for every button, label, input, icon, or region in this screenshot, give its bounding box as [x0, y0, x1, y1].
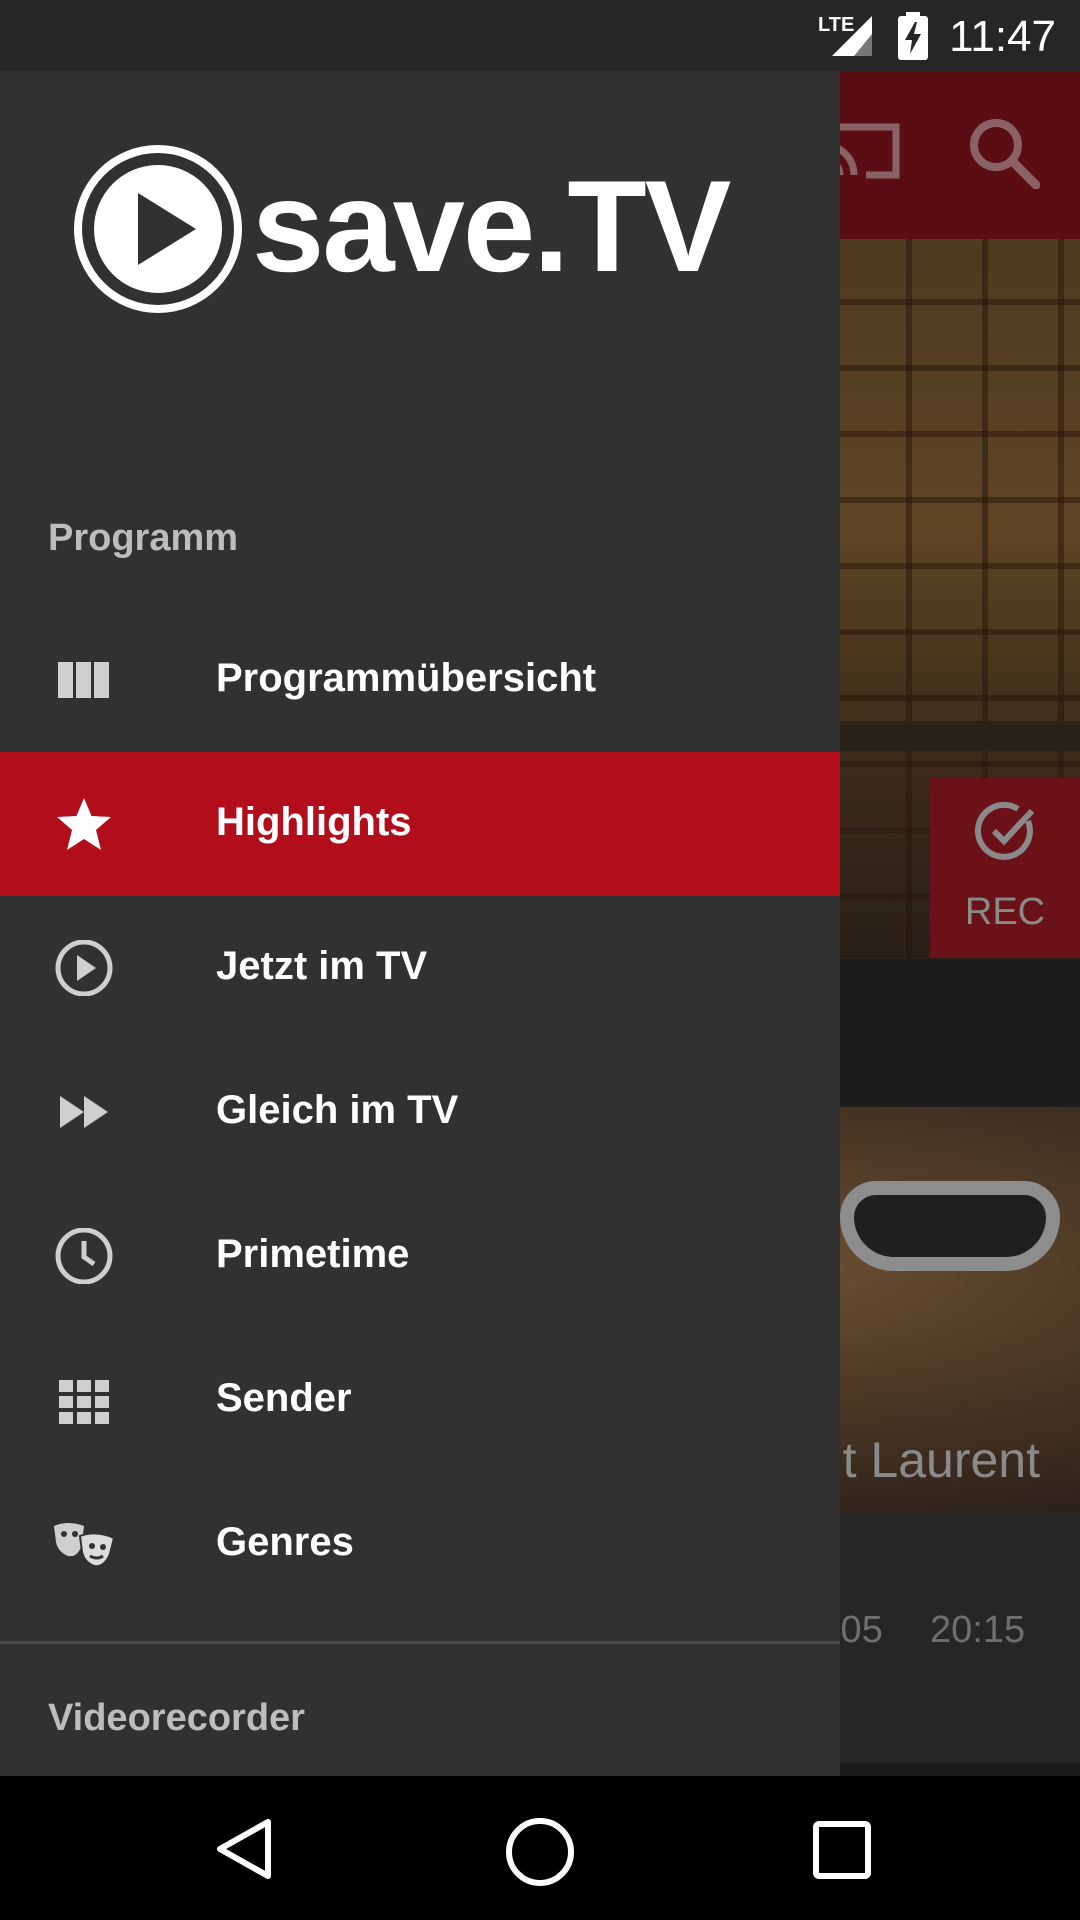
image-detail-glasses	[840, 1181, 1060, 1271]
fast-forward-icon	[60, 1096, 108, 1128]
brand-wordmark: save.TV	[252, 153, 731, 299]
drawer-item-sender[interactable]: Sender	[0, 1328, 840, 1472]
drawer-item-primetime[interactable]: Primetime	[0, 1184, 840, 1328]
drawer-divider	[0, 1641, 840, 1644]
play-logo-icon	[74, 145, 242, 313]
drawer-item-label: Sender	[216, 1376, 352, 1420]
rec-label: REC	[964, 891, 1046, 933]
grid-icon	[59, 1380, 109, 1424]
play-circle-icon	[55, 940, 113, 996]
drawer-item-label: Gleich im TV	[216, 1088, 459, 1132]
system-navigation-bar	[0, 1776, 1080, 1920]
brand-logo: save.TV	[72, 143, 782, 315]
drawer-item-programmuebersicht[interactable]: Programmübersicht	[0, 608, 840, 752]
clock: 11:47	[949, 12, 1056, 61]
back-icon[interactable]	[210, 1814, 280, 1884]
drawer-item-label: Jetzt im TV	[216, 944, 428, 988]
check-circle-icon	[974, 801, 1035, 860]
drawer-item-label: Primetime	[216, 1232, 410, 1276]
drawer-item-label: Programmübersicht	[216, 656, 597, 700]
drawer-item-gleich-im-tv[interactable]: Gleich im TV	[0, 1040, 840, 1184]
drawer-item-label: Highlights	[216, 800, 412, 844]
recents-icon[interactable]	[810, 1818, 874, 1882]
drawer-item-jetzt-im-tv[interactable]: Jetzt im TV	[0, 896, 840, 1040]
signal-icon	[832, 16, 872, 56]
battery-charging-icon	[898, 12, 928, 60]
show-time: 20:15	[930, 1609, 1026, 1651]
section-header-videorecorder: Videorecorder	[48, 1697, 305, 1739]
drawer-item-genres[interactable]: Genres	[0, 1472, 840, 1616]
navigation-drawer[interactable]: save.TV Programm Programmübersicht Highl…	[0, 71, 840, 1776]
home-icon[interactable]	[502, 1814, 578, 1890]
star-icon	[57, 798, 111, 850]
search-icon[interactable]	[966, 115, 1040, 189]
theater-masks-icon	[54, 1523, 116, 1568]
drawer-item-label: Genres	[216, 1520, 354, 1564]
status-bar: LTE 11:47	[0, 0, 1080, 71]
view-columns-icon	[58, 662, 109, 698]
drawer-item-highlights[interactable]: Highlights	[0, 752, 840, 896]
clock-icon	[55, 1228, 113, 1284]
section-header-programm: Programm	[48, 517, 239, 559]
